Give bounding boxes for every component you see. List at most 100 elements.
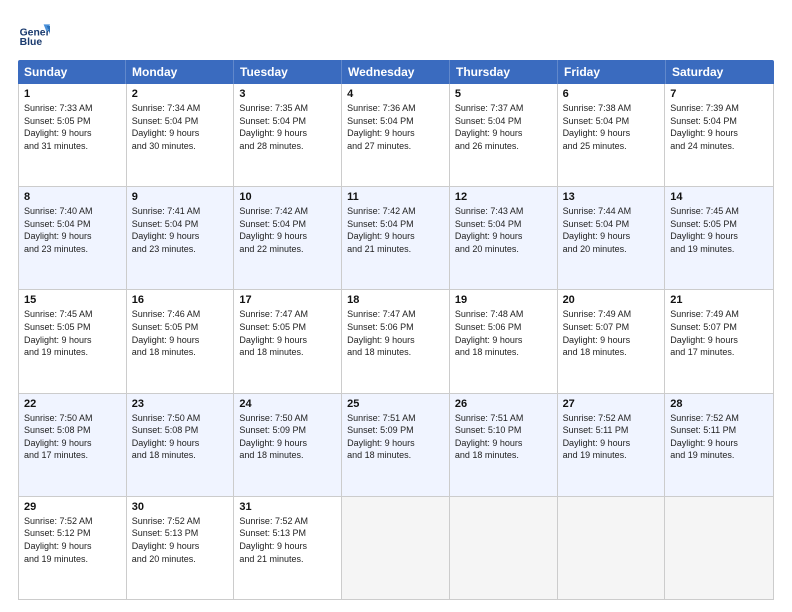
table-row: 5Sunrise: 7:37 AM Sunset: 5:04 PM Daylig… [450,84,558,186]
week-row-2: 8 Sunrise: 7:40 AM Sunset: 5:04 PM Daylig… [19,187,773,290]
calendar: Sunday Monday Tuesday Wednesday Thursday… [18,60,774,600]
table-row: 6 Sunrise: 7:38 AM Sunset: 5:04 PM Daylig… [558,84,666,186]
day-number-16: 16 [132,294,229,306]
table-row: 18 Sunrise: 7:47 AM Sunset: 5:06 PM Dayli… [342,290,450,392]
table-row: 30 Sunrise: 7:52 AM Sunset: 5:13 PM Dayli… [127,497,235,599]
day-number-8: 8 [24,191,121,203]
table-row [450,497,558,599]
table-row: 24Sunrise: 7:50 AM Sunset: 5:09 PM Dayli… [234,394,342,496]
weekday-sunday: Sunday [18,60,126,84]
weekday-saturday: Saturday [666,60,774,84]
cell-info: Sunrise: 7:47 AM Sunset: 5:06 PM Dayligh… [347,308,444,358]
cell-info: Sunrise: 7:52 AM Sunset: 5:12 PM Dayligh… [24,515,121,565]
cell-info: Sunrise: 7:34 AM Sunset: 5:04 PM Dayligh… [132,102,229,152]
table-row: 16 Sunrise: 7:46 AM Sunset: 5:05 PM Dayli… [127,290,235,392]
table-row: 4Sunrise: 7:36 AM Sunset: 5:04 PM Daylig… [342,84,450,186]
table-row: 14 Sunrise: 7:45 AM Sunset: 5:05 PM Dayli… [665,187,773,289]
table-row: 19 Sunrise: 7:48 AM Sunset: 5:06 PM Dayli… [450,290,558,392]
day-number-9: 9 [132,191,229,203]
table-row: 7Sunrise: 7:39 AM Sunset: 5:04 PM Daylig… [665,84,773,186]
day-number-27: 27 [563,398,660,410]
cell-info: Sunrise: 7:42 AM Sunset: 5:04 PM Dayligh… [239,205,336,255]
day-number-26: 26 [455,398,552,410]
table-row: 2 Sunrise: 7:34 AM Sunset: 5:04 PM Daylig… [127,84,235,186]
calendar-header: Sunday Monday Tuesday Wednesday Thursday… [18,60,774,84]
day-number-14: 14 [670,191,768,203]
table-row: 10Sunrise: 7:42 AM Sunset: 5:04 PM Dayli… [234,187,342,289]
day-number-19: 19 [455,294,552,306]
table-row [665,497,773,599]
table-row [558,497,666,599]
week-row-5: 29 Sunrise: 7:52 AM Sunset: 5:12 PM Dayli… [19,497,773,599]
cell-info: Sunrise: 7:48 AM Sunset: 5:06 PM Dayligh… [455,308,552,358]
day-number-13: 13 [563,191,660,203]
table-row: 26 Sunrise: 7:51 AM Sunset: 5:10 PM Dayli… [450,394,558,496]
day-number-25: 25 [347,398,444,410]
day-number-2: 2 [132,88,229,100]
table-row: 9 Sunrise: 7:41 AM Sunset: 5:04 PM Daylig… [127,187,235,289]
cell-info: Sunrise: 7:40 AM Sunset: 5:04 PM Dayligh… [24,205,121,255]
day-number-29: 29 [24,501,121,513]
cell-info: Sunrise: 7:39 AM Sunset: 5:04 PM Dayligh… [670,102,768,152]
day-number-4: 4 [347,88,444,100]
cell-info: Sunrise: 7:46 AM Sunset: 5:05 PM Dayligh… [132,308,229,358]
cell-info: Sunrise: 7:49 AM Sunset: 5:07 PM Dayligh… [670,308,768,358]
logo-icon: General Blue [18,18,50,50]
cell-info: Sunrise: 7:52 AM Sunset: 5:11 PM Dayligh… [670,412,768,462]
cell-info: Sunrise: 7:44 AM Sunset: 5:04 PM Dayligh… [563,205,660,255]
day-number-11: 11 [347,191,444,203]
cell-info: Sunrise: 7:42 AM Sunset: 5:04 PM Dayligh… [347,205,444,255]
table-row: 8 Sunrise: 7:40 AM Sunset: 5:04 PM Daylig… [19,187,127,289]
table-row: 27Sunrise: 7:52 AM Sunset: 5:11 PM Dayli… [558,394,666,496]
cell-info: Sunrise: 7:51 AM Sunset: 5:09 PM Dayligh… [347,412,444,462]
table-row: 11 Sunrise: 7:42 AM Sunset: 5:04 PM Dayli… [342,187,450,289]
day-number-17: 17 [239,294,336,306]
cell-info: Sunrise: 7:45 AM Sunset: 5:05 PM Dayligh… [670,205,768,255]
table-row: 15Sunrise: 7:45 AM Sunset: 5:05 PM Dayli… [19,290,127,392]
logo: General Blue [18,18,56,50]
header: General Blue [18,18,774,50]
weekday-monday: Monday [126,60,234,84]
table-row: 28Sunrise: 7:52 AM Sunset: 5:11 PM Dayli… [665,394,773,496]
day-number-6: 6 [563,88,660,100]
table-row: 13 Sunrise: 7:44 AM Sunset: 5:04 PM Dayli… [558,187,666,289]
cell-info: Sunrise: 7:41 AM Sunset: 5:04 PM Dayligh… [132,205,229,255]
day-number-31: 31 [239,501,336,513]
week-row-3: 15Sunrise: 7:45 AM Sunset: 5:05 PM Dayli… [19,290,773,393]
week-row-1: 1 Sunrise: 7:33 AM Sunset: 5:05 PM Daylig… [19,84,773,187]
svg-text:Blue: Blue [20,37,43,48]
cell-info: Sunrise: 7:52 AM Sunset: 5:13 PM Dayligh… [239,515,336,565]
table-row: 23 Sunrise: 7:50 AM Sunset: 5:08 PM Dayli… [127,394,235,496]
table-row: 1 Sunrise: 7:33 AM Sunset: 5:05 PM Daylig… [19,84,127,186]
page: General Blue Sunday Monday Tuesday Wedne… [0,0,792,612]
table-row: 12Sunrise: 7:43 AM Sunset: 5:04 PM Dayli… [450,187,558,289]
weekday-tuesday: Tuesday [234,60,342,84]
cell-info: Sunrise: 7:51 AM Sunset: 5:10 PM Dayligh… [455,412,552,462]
week-row-4: 22 Sunrise: 7:50 AM Sunset: 5:08 PM Dayli… [19,394,773,497]
day-number-3: 3 [239,88,336,100]
weekday-thursday: Thursday [450,60,558,84]
cell-info: Sunrise: 7:50 AM Sunset: 5:08 PM Dayligh… [132,412,229,462]
cell-info: Sunrise: 7:38 AM Sunset: 5:04 PM Dayligh… [563,102,660,152]
cell-info: Sunrise: 7:52 AM Sunset: 5:13 PM Dayligh… [132,515,229,565]
day-number-5: 5 [455,88,552,100]
cell-info: Sunrise: 7:33 AM Sunset: 5:05 PM Dayligh… [24,102,121,152]
cell-info: Sunrise: 7:43 AM Sunset: 5:04 PM Dayligh… [455,205,552,255]
cell-info: Sunrise: 7:35 AM Sunset: 5:04 PM Dayligh… [239,102,336,152]
day-number-18: 18 [347,294,444,306]
day-number-1: 1 [24,88,121,100]
day-number-23: 23 [132,398,229,410]
calendar-body: 1 Sunrise: 7:33 AM Sunset: 5:05 PM Daylig… [18,84,774,600]
table-row: 3 Sunrise: 7:35 AM Sunset: 5:04 PM Daylig… [234,84,342,186]
table-row: 17Sunrise: 7:47 AM Sunset: 5:05 PM Dayli… [234,290,342,392]
table-row: 31 Sunrise: 7:52 AM Sunset: 5:13 PM Dayli… [234,497,342,599]
cell-info: Sunrise: 7:45 AM Sunset: 5:05 PM Dayligh… [24,308,121,358]
cell-info: Sunrise: 7:49 AM Sunset: 5:07 PM Dayligh… [563,308,660,358]
day-number-22: 22 [24,398,121,410]
weekday-wednesday: Wednesday [342,60,450,84]
weekday-friday: Friday [558,60,666,84]
day-number-20: 20 [563,294,660,306]
table-row: 20 Sunrise: 7:49 AM Sunset: 5:07 PM Dayli… [558,290,666,392]
day-number-30: 30 [132,501,229,513]
table-row: 25 Sunrise: 7:51 AM Sunset: 5:09 PM Dayli… [342,394,450,496]
